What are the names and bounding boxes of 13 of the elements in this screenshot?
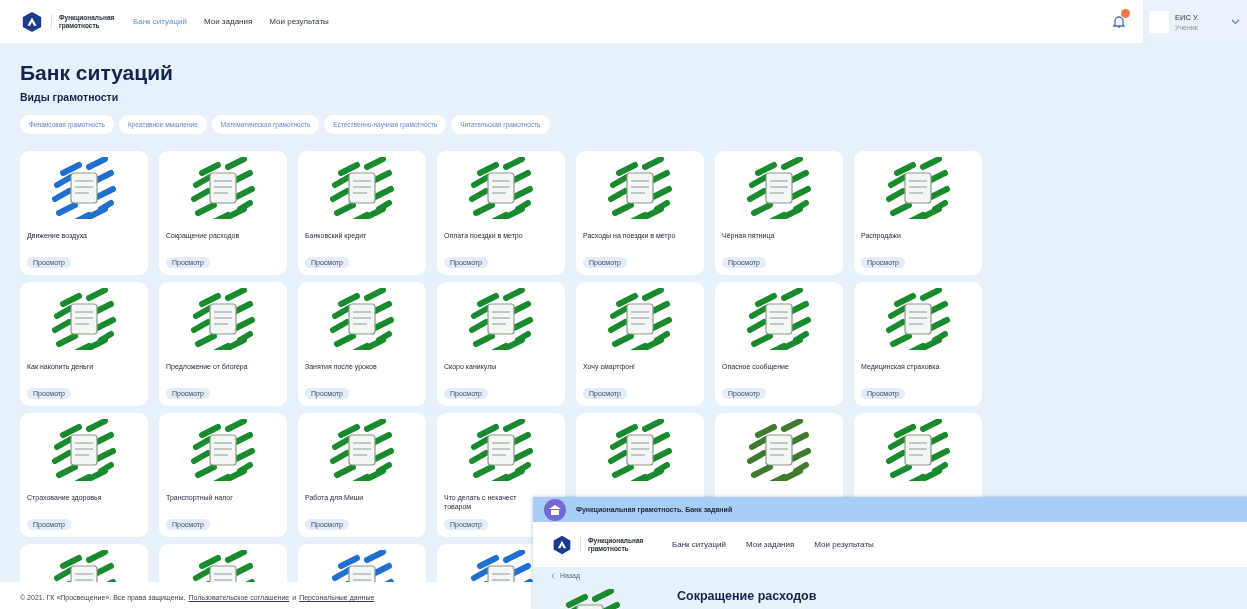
chevron-down-icon[interactable] xyxy=(1231,18,1240,25)
nav-link[interactable]: Мои результаты xyxy=(814,540,874,549)
situation-title: Сокращение расходов xyxy=(677,589,817,603)
bell-icon[interactable] xyxy=(1113,15,1125,28)
nav-link[interactable]: Банк ситуаций xyxy=(133,17,187,26)
nav-link[interactable]: Банк ситуаций xyxy=(672,540,726,549)
page-title: Банк ситуаций xyxy=(20,61,174,85)
section-title: Виды грамотности xyxy=(20,91,120,103)
logo-icon xyxy=(552,534,572,555)
nav-link[interactable]: Мои задания xyxy=(203,17,253,26)
nav-link[interactable]: Мои результаты xyxy=(269,17,329,26)
logo-icon xyxy=(21,10,43,33)
nav-link[interactable]: Мои задания xyxy=(745,540,795,549)
